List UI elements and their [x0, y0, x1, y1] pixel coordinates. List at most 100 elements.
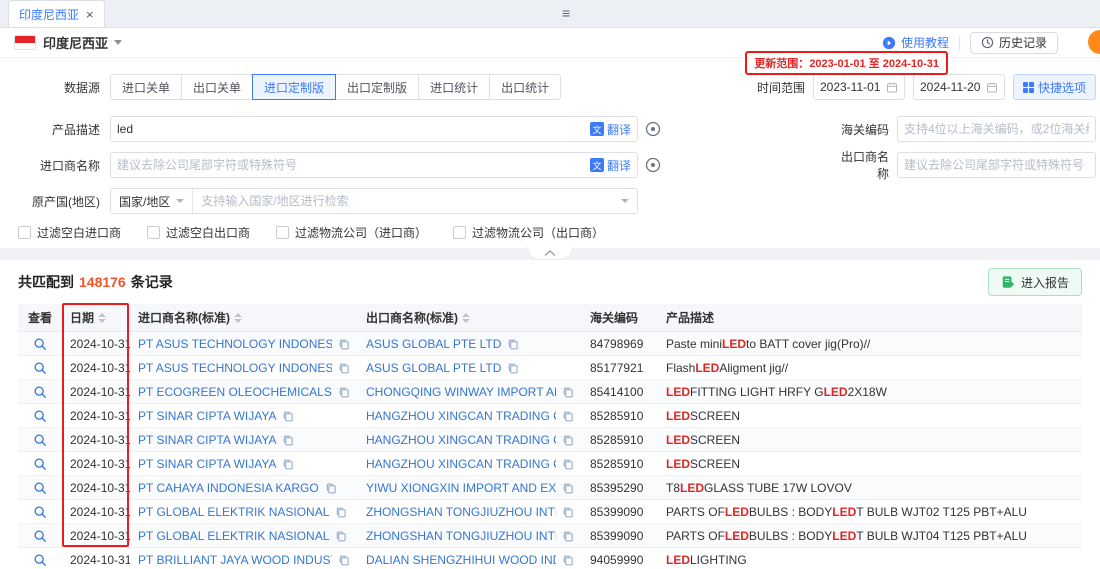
view-detail-button[interactable] [33, 505, 47, 519]
copy-icon[interactable] [507, 362, 519, 374]
copy-icon[interactable] [335, 530, 347, 542]
data-source-tab[interactable]: 出口关单 [181, 74, 253, 100]
checkbox-icon[interactable] [18, 226, 31, 239]
enter-report-button[interactable]: 进入报告 [988, 268, 1082, 296]
exporter-link[interactable]: ASUS GLOBAL PTE LTD [366, 337, 501, 351]
collapse-panel-button[interactable] [527, 247, 573, 260]
sort-desc-icon[interactable] [98, 319, 106, 323]
copy-icon[interactable] [338, 386, 350, 398]
importer-link[interactable]: PT ASUS TECHNOLOGY INDONESIA BA... [138, 337, 332, 351]
importer-input[interactable] [117, 154, 590, 176]
copy-icon[interactable] [562, 410, 574, 422]
view-detail-button[interactable] [33, 553, 47, 567]
date-from-input[interactable] [813, 74, 905, 100]
country-selector[interactable]: 印度尼西亚 [43, 33, 108, 52]
column-header[interactable]: 出口商名称(标准) [358, 309, 582, 326]
view-detail-button[interactable] [33, 433, 47, 447]
copy-icon[interactable] [282, 410, 294, 422]
data-source-tab[interactable]: 进口定制版 [252, 74, 336, 100]
exporter-link[interactable]: ZHONGSHAN TONGJIUZHOU INTERNA... [366, 529, 556, 543]
view-detail-button[interactable] [33, 361, 47, 375]
checkbox-icon[interactable] [453, 226, 466, 239]
copy-icon[interactable] [562, 458, 574, 470]
importer-link[interactable]: PT ASUS TECHNOLOGY INDONESIA BA... [138, 361, 332, 375]
copy-icon[interactable] [507, 338, 519, 350]
translate-button[interactable]: 文 翻译 [590, 121, 631, 138]
checkbox-icon[interactable] [147, 226, 160, 239]
importer-link[interactable]: PT CAHAYA INDONESIA KARGO [138, 481, 319, 495]
circle-option-icon[interactable] [645, 157, 661, 173]
chevron-down-icon[interactable] [621, 189, 637, 213]
sort-asc-icon[interactable] [98, 313, 106, 317]
view-detail-button[interactable] [33, 457, 47, 471]
product-desc-input[interactable] [117, 118, 590, 140]
copy-icon[interactable] [282, 458, 294, 470]
data-source-tab[interactable]: 进口关单 [110, 74, 182, 100]
copy-icon[interactable] [335, 506, 347, 518]
copy-icon[interactable] [338, 554, 350, 566]
sort-icons[interactable] [98, 313, 106, 323]
view-detail-button[interactable] [33, 481, 47, 495]
exporter-link[interactable]: YIWU XIONGXIN IMPORT AND EXPORT... [366, 481, 556, 495]
copy-icon[interactable] [282, 434, 294, 446]
copy-icon[interactable] [562, 482, 574, 494]
sort-icons[interactable] [234, 313, 242, 323]
translate-button[interactable]: 文 翻译 [590, 157, 631, 174]
sort-desc-icon[interactable] [234, 319, 242, 323]
copy-icon[interactable] [562, 386, 574, 398]
exporter-link[interactable]: HANGZHOU XINGCAN TRADING CO LTD [366, 457, 556, 471]
chevron-down-icon[interactable] [114, 40, 122, 45]
copy-icon[interactable] [562, 434, 574, 446]
copy-icon[interactable] [338, 338, 350, 350]
filter-checkbox[interactable]: 过滤空白进口商 [18, 224, 121, 241]
tutorial-link[interactable]: 使用教程 [882, 34, 949, 51]
exporter-link[interactable]: DALIAN SHENGZHIHUI WOOD INDUST... [366, 553, 556, 567]
importer-link[interactable]: PT SINAR CIPTA WIJAYA [138, 457, 276, 471]
importer-link[interactable]: PT GLOBAL ELEKTRIK NASIONAL [138, 505, 329, 519]
copy-icon[interactable] [325, 482, 337, 494]
view-detail-button[interactable] [33, 529, 47, 543]
checkbox-icon[interactable] [276, 226, 289, 239]
sort-asc-icon[interactable] [462, 313, 470, 317]
filter-checkbox[interactable]: 过滤物流公司（进口商） [276, 224, 427, 241]
origin-select[interactable]: 国家/地区 [111, 189, 193, 213]
date-to-input[interactable] [913, 74, 1005, 100]
origin-search-input[interactable] [193, 189, 621, 213]
filter-checkbox[interactable]: 过滤物流公司（出口商） [453, 224, 604, 241]
exporter-link[interactable]: HANGZHOU XINGCAN TRADING CO LTD [366, 409, 556, 423]
date-from-value[interactable] [820, 76, 886, 98]
exporter-link[interactable]: ASUS GLOBAL PTE LTD [366, 361, 501, 375]
copy-icon[interactable] [562, 554, 574, 566]
calendar-icon[interactable] [986, 81, 998, 94]
circle-option-icon[interactable] [645, 121, 661, 137]
view-detail-button[interactable] [33, 337, 47, 351]
close-icon[interactable]: × [86, 7, 94, 22]
quick-options-button[interactable]: 快捷选项 [1013, 74, 1096, 100]
importer-link[interactable]: PT SINAR CIPTA WIJAYA [138, 409, 276, 423]
copy-icon[interactable] [562, 506, 574, 518]
history-button[interactable]: 历史记录 [970, 32, 1058, 54]
country-tab[interactable]: 印度尼西亚 × [8, 0, 105, 27]
tab-menu-icon[interactable]: ≡ [562, 5, 570, 21]
view-detail-button[interactable] [33, 385, 47, 399]
sort-desc-icon[interactable] [462, 319, 470, 323]
exporter-link[interactable]: ZHONGSHAN TONGJIUZHOU INTERNA... [366, 505, 556, 519]
exporter-link[interactable]: CHONGQING WINWAY IMPORT AND E... [366, 385, 556, 399]
data-source-tab[interactable]: 出口定制版 [335, 74, 419, 100]
sort-asc-icon[interactable] [234, 313, 242, 317]
data-source-tab[interactable]: 进口统计 [418, 74, 490, 100]
column-header[interactable]: 进口商名称(标准) [130, 309, 358, 326]
exporter-link[interactable]: HANGZHOU XINGCAN TRADING CO LTD [366, 433, 556, 447]
view-detail-button[interactable] [33, 409, 47, 423]
column-header[interactable]: 日期 [62, 309, 130, 326]
sort-icons[interactable] [462, 313, 470, 323]
hs-code-input[interactable] [904, 118, 1089, 140]
data-source-tab[interactable]: 出口统计 [489, 74, 561, 100]
importer-link[interactable]: PT ECOGREEN OLEOCHEMICALS [138, 385, 332, 399]
date-to-value[interactable] [920, 76, 986, 98]
importer-link[interactable]: PT GLOBAL ELEKTRIK NASIONAL [138, 529, 329, 543]
copy-icon[interactable] [338, 362, 350, 374]
copy-icon[interactable] [562, 530, 574, 542]
importer-link[interactable]: PT SINAR CIPTA WIJAYA [138, 433, 276, 447]
importer-link[interactable]: PT BRILLIANT JAYA WOOD INDUSTRY [138, 553, 332, 567]
